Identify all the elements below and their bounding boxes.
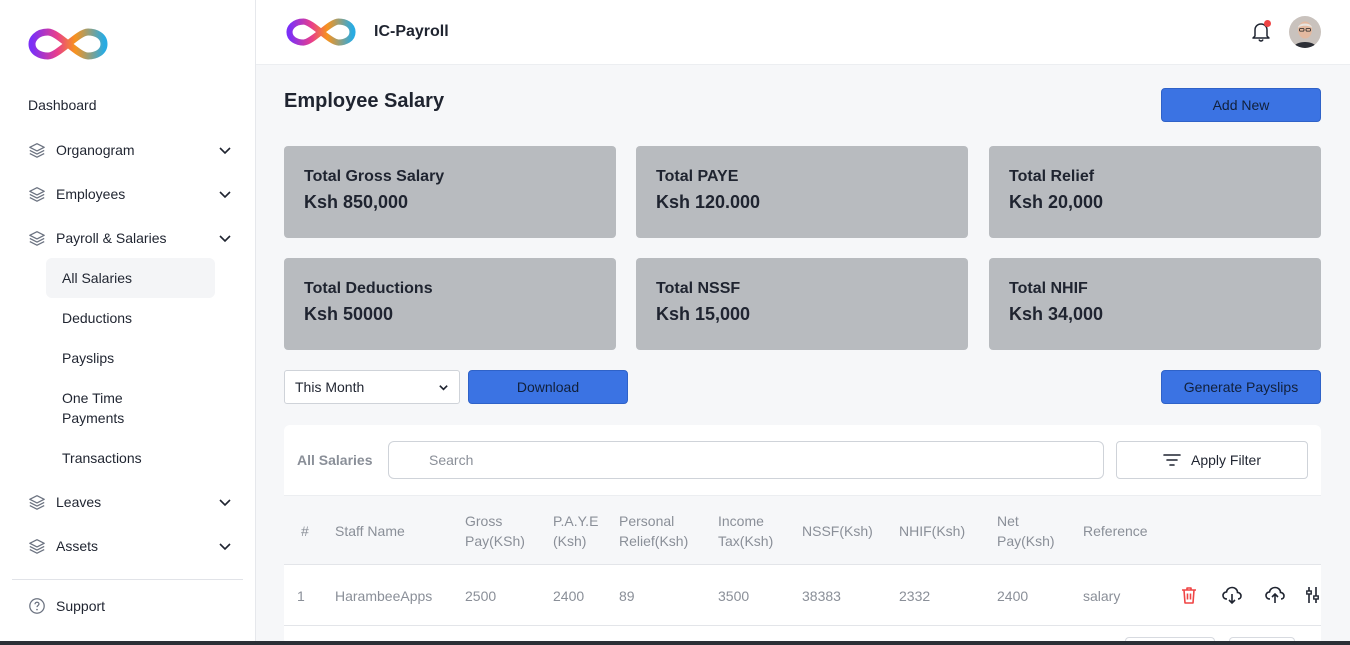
nav-label: Employees: [56, 186, 126, 202]
nav-payroll-salaries[interactable]: Payroll & Salaries: [28, 226, 232, 250]
layers-icon: [29, 495, 45, 510]
col-header-nssf: NSSF(Ksh): [802, 523, 873, 539]
upload-cloud-icon[interactable]: [1264, 584, 1286, 606]
stat-label: Total PAYE: [656, 168, 739, 185]
filter-icon: [1163, 454, 1181, 466]
nav-support[interactable]: Support: [28, 597, 105, 615]
table-title: All Salaries: [297, 452, 373, 468]
cell-nssf: 38383: [802, 588, 841, 604]
cell-net-pay: 2400: [997, 588, 1029, 604]
nav-assets[interactable]: Assets: [28, 534, 232, 558]
col-header-net-pay: Net Pay(Ksh): [997, 513, 1055, 549]
col-header-paye: P.A.Y.E (Ksh): [553, 513, 599, 549]
stat-label: Total NHIF: [1009, 280, 1088, 297]
layers-icon: [29, 143, 45, 158]
stat-value: Ksh 20,000: [1009, 192, 1104, 212]
col-header-personal-relief: Personal Relief(Ksh): [619, 513, 689, 549]
cell-staff-name: HarambeeApps: [335, 588, 433, 604]
nav-employees[interactable]: Employees: [28, 182, 232, 206]
notification-dot: [1264, 20, 1271, 27]
infinity-logo: [286, 18, 356, 46]
add-new-button[interactable]: Add New: [1161, 88, 1321, 122]
chevron-down-icon: [219, 191, 231, 199]
stat-card-relief: Total Relief Ksh 20,000: [989, 146, 1321, 238]
stat-card-deductions: Total Deductions Ksh 50000: [284, 258, 616, 350]
sidebar-item-deductions[interactable]: Deductions: [46, 298, 215, 338]
stat-value: Ksh 15,000: [656, 304, 751, 324]
avatar[interactable]: [1289, 16, 1321, 48]
trash-icon[interactable]: [1178, 584, 1200, 606]
col-header-gross-pay: Gross Pay(KSh): [465, 513, 525, 549]
nav-label: Payroll & Salaries: [56, 230, 167, 246]
layers-icon: [29, 187, 45, 202]
search-input[interactable]: Search: [388, 441, 1104, 479]
period-select-value: This Month: [295, 379, 365, 395]
search-placeholder: Search: [429, 452, 474, 468]
app-title: IC-Payroll: [374, 23, 449, 40]
table-row: 1 HarambeeApps 2500 2400 89 3500 38383 2…: [284, 565, 1321, 626]
page-title: Employee Salary: [284, 90, 445, 112]
generate-payslips-button[interactable]: Generate Payslips: [1161, 370, 1321, 404]
nav-leaves[interactable]: Leaves: [28, 490, 232, 514]
stat-value: Ksh 50000: [304, 304, 394, 324]
sidebar: Dashboard Organogram Employees Payroll &…: [0, 0, 256, 645]
stat-card-gross-salary: Total Gross Salary Ksh 850,000: [284, 146, 616, 238]
layers-icon: [29, 539, 45, 554]
chevron-down-icon: [219, 499, 231, 507]
support-label: Support: [56, 598, 106, 614]
sidebar-item-transactions[interactable]: Transactions: [46, 438, 215, 478]
cell-nhif: 2332: [899, 588, 931, 604]
stat-card-nhif: Total NHIF Ksh 34,000: [989, 258, 1321, 350]
cell-gross-pay: 2500: [465, 588, 497, 604]
apply-filter-button[interactable]: Apply Filter: [1116, 441, 1308, 479]
adjust-icon[interactable]: [1306, 584, 1320, 606]
table-header: # Staff Name Gross Pay(KSh) P.A.Y.E (Ksh…: [284, 495, 1321, 565]
nav-label: Organogram: [56, 142, 135, 158]
cell-reference: salary: [1083, 588, 1121, 604]
chevron-down-icon: [439, 384, 448, 391]
stat-label: Total Deductions: [304, 280, 433, 297]
stat-card-paye: Total PAYE Ksh 120.000: [636, 146, 968, 238]
col-header-reference: Reference: [1083, 523, 1148, 539]
period-select[interactable]: This Month: [284, 370, 460, 404]
stat-label: Total Gross Salary: [304, 168, 445, 185]
col-header-no: #: [301, 523, 309, 539]
salaries-table-panel: All Salaries Search Apply Filter # Staff…: [284, 425, 1321, 645]
chevron-down-icon: [219, 543, 231, 551]
stat-card-nssf: Total NSSF Ksh 15,000: [636, 258, 968, 350]
col-header-staff-name: Staff Name: [335, 523, 405, 539]
cell-personal-relief: 89: [619, 588, 635, 604]
layers-icon: [29, 231, 45, 246]
download-cloud-icon[interactable]: [1221, 584, 1243, 606]
stat-value: Ksh 850,000: [304, 192, 409, 212]
stat-value: Ksh 120.000: [656, 192, 761, 212]
cell-paye: 2400: [553, 588, 585, 604]
apply-filter-label: Apply Filter: [1190, 452, 1262, 468]
col-header-nhif: NHIF(Ksh): [899, 523, 966, 539]
help-circle-icon: [29, 598, 45, 614]
cell-no: 1: [297, 588, 305, 604]
sidebar-item-payslips[interactable]: Payslips: [46, 338, 215, 378]
stat-label: Total NSSF: [656, 280, 741, 297]
stat-label: Total Relief: [1009, 168, 1095, 185]
infinity-logo: [28, 28, 108, 60]
sidebar-item-one-time-payments[interactable]: One Time Payments: [46, 378, 156, 438]
nav-organogram[interactable]: Organogram: [28, 138, 232, 162]
nav-label: Leaves: [56, 494, 102, 510]
cell-income-tax: 3500: [718, 588, 750, 604]
taskbar-edge: [0, 641, 1350, 645]
chevron-down-icon: [219, 147, 231, 155]
notifications-button[interactable]: [1250, 20, 1272, 42]
nav-dashboard[interactable]: Dashboard: [28, 97, 97, 113]
topbar: IC-Payroll: [256, 0, 1350, 65]
stat-value: Ksh 34,000: [1009, 304, 1104, 324]
sidebar-item-all-salaries[interactable]: All Salaries: [46, 258, 215, 298]
col-header-income-tax: Income Tax(Ksh): [718, 513, 774, 549]
sidebar-divider: [12, 579, 243, 580]
download-button[interactable]: Download: [468, 370, 628, 404]
user-avatar-image: [1289, 16, 1321, 48]
nav-label: Assets: [56, 538, 99, 554]
chevron-down-icon: [219, 235, 231, 243]
